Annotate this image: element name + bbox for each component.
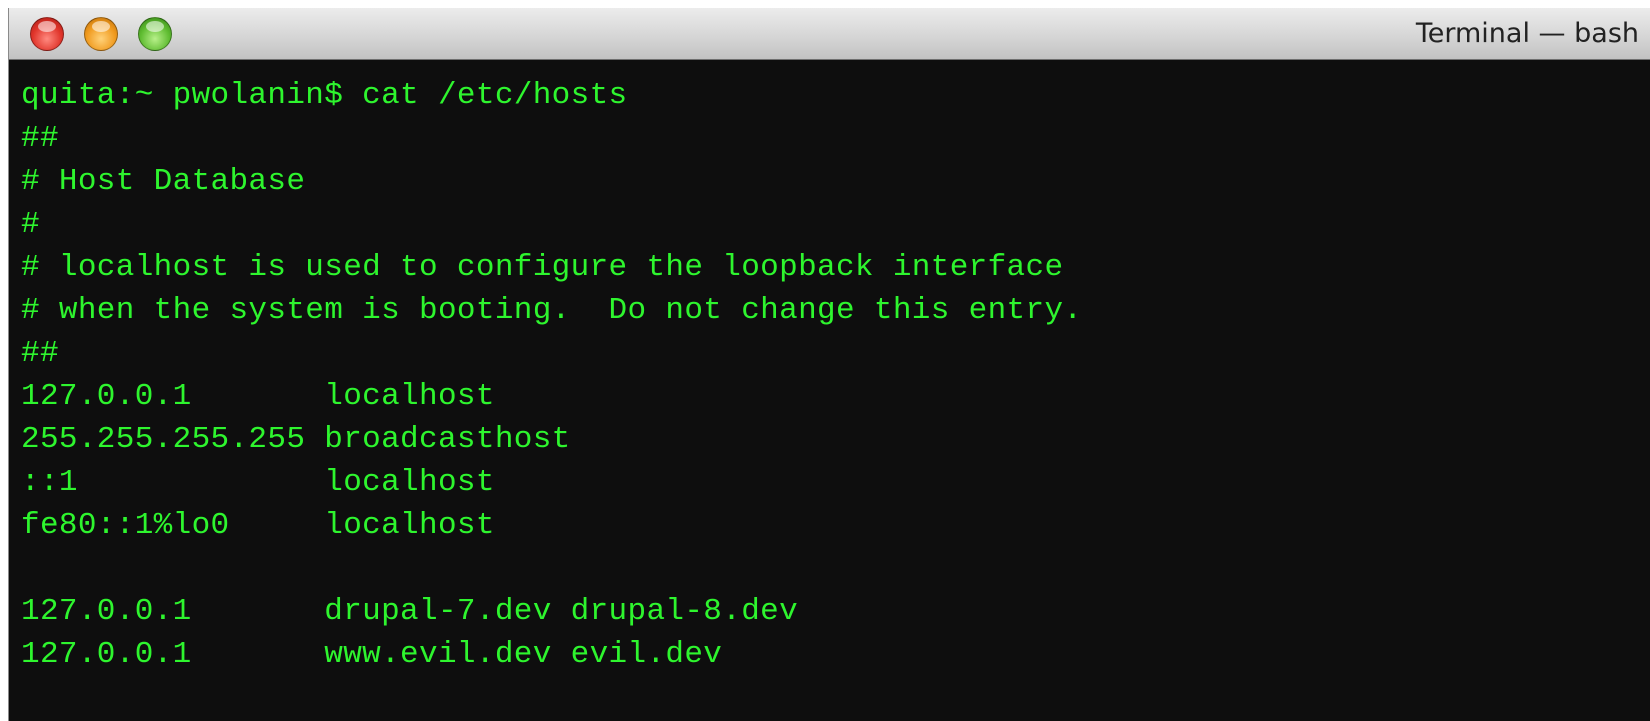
window-title: Terminal — bash [1415, 18, 1639, 49]
terminal-line: # localhost is used to configure the loo… [21, 250, 1064, 285]
terminal-line: 127.0.0.1 localhost [21, 379, 495, 414]
terminal-window: Terminal — bash quita:~ pwolanin$ cat /e… [8, 8, 1650, 721]
terminal-line: 127.0.0.1 www.evil.dev evil.dev [21, 637, 723, 672]
close-icon-highlight [38, 21, 56, 32]
terminal-line: # when the system is booting. Do not cha… [21, 293, 1083, 328]
terminal-line: # [21, 207, 40, 242]
title-bar[interactable]: Terminal — bash [9, 8, 1650, 60]
minimize-icon[interactable] [84, 17, 118, 51]
terminal-line: fe80::1%lo0 localhost [21, 508, 495, 543]
zoom-icon[interactable] [138, 17, 172, 51]
minimize-icon-highlight [92, 21, 110, 32]
terminal-line: 255.255.255.255 broadcasthost [21, 422, 571, 457]
terminal-line: ::1 localhost [21, 465, 495, 500]
zoom-icon-highlight [146, 21, 164, 32]
terminal-line-prompt: quita:~ pwolanin$ cat /etc/hosts [21, 78, 628, 113]
close-icon[interactable] [30, 17, 64, 51]
terminal-line: # Host Database [21, 164, 306, 199]
terminal-line: ## [21, 121, 59, 156]
terminal-line: 127.0.0.1 drupal-7.dev drupal-8.dev [21, 594, 799, 629]
terminal-line: ## [21, 336, 59, 371]
terminal-output[interactable]: quita:~ pwolanin$ cat /etc/hosts ## # Ho… [21, 74, 1650, 676]
